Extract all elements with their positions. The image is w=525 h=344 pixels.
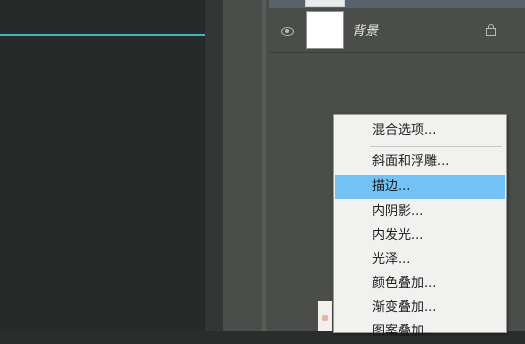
context-menu: 混合选项... 斜面和浮雕... 描边... 内阴影... 内发光... 光泽.… — [333, 114, 507, 339]
menu-item-gradient-overlay[interactable]: 渐变叠加... — [335, 296, 505, 320]
lock-icon[interactable] — [486, 24, 496, 36]
layer-name: 背景 — [352, 24, 379, 39]
menu-item-bevel-emboss[interactable]: 斜面和浮雕... — [335, 150, 505, 174]
menu-item-color-overlay[interactable]: 颜色叠加... — [335, 272, 505, 296]
selected-layer-thumbnail — [305, 0, 345, 7]
guide-line — [0, 34, 205, 36]
menu-item-satin[interactable]: 光泽... — [335, 248, 505, 272]
canvas-area[interactable] — [0, 0, 205, 331]
menu-separator — [370, 146, 502, 147]
layer-thumbnail — [306, 11, 344, 49]
panel-divider — [262, 0, 266, 331]
menu-item-stroke[interactable]: 描边... — [335, 175, 505, 199]
menu-item-inner-shadow[interactable]: 内阴影... — [335, 200, 505, 224]
menu-item-blending-options[interactable]: 混合选项... — [335, 119, 505, 143]
eye-icon[interactable] — [281, 27, 294, 36]
menu-item-pattern-overlay[interactable]: 图案叠加... — [335, 320, 505, 344]
panel-gutter — [205, 0, 223, 331]
app-icon — [322, 315, 328, 321]
menu-item-inner-glow[interactable]: 内发光... — [335, 224, 505, 248]
